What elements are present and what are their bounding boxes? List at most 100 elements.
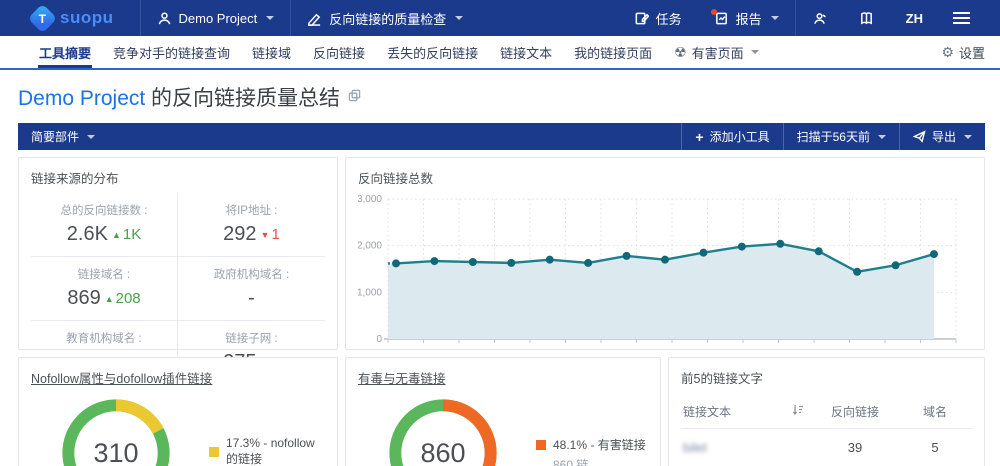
tasks-label: 任务 [655,11,682,27]
clipboard-icon [634,11,650,26]
donut-center-value: 860 [420,437,466,466]
tool-menu[interactable]: 反向链接的质量检查 [291,0,479,36]
stat-delta: 208 [115,290,141,307]
chevron-down-icon [750,50,759,54]
donut-legend: 17.3% - nofollow的链接 310 链 82.7% - dofoll… [209,436,325,466]
tab-tool-summary[interactable]: 工具摘要 [28,36,102,68]
title-suffix: 的反向链接质量总结 [145,87,341,110]
card-title: 链接来源的分布 [31,172,119,186]
top-navbar: T suopu Demo Project 反向链接的质量检查 任务 报告 ZH [0,0,1000,36]
top-anchors-card: 前5的链接文字 链接文本 反向链接 域名 bilet 39 5 [668,357,985,466]
domains-count: 5 [931,440,939,455]
card-title: 前5的链接文字 [681,372,763,386]
help-button[interactable] [843,0,890,36]
anchor-text-link[interactable]: bilet [683,440,707,455]
stat-value: - [248,287,255,309]
page-title: Demo Project 的反向链接质量总结 [18,82,340,112]
legend-swatch [209,446,219,457]
summary-widgets-label: 简要部件 [31,130,80,144]
sort-icon[interactable] [792,404,804,419]
project-menu[interactable]: Demo Project [141,0,292,36]
project-menu-label: Demo Project [178,10,258,26]
tab-label: 链接域 [252,45,292,61]
stats-grid: 总的反向链接数 : 2.6K 1K 将IP地址 : 292 1 链接域名 : 869… [31,193,325,384]
chevron-down-icon [877,134,886,139]
stat-gov-domains: 政府机构域名 : - [178,256,325,320]
tool-menu-label: 反向链接的质量检查 [329,11,447,27]
tasks-button[interactable]: 任务 [618,0,698,36]
link-source-distribution-card: 链接来源的分布 总的反向链接数 : 2.6K 1K 将IP地址 : 292 1 链接… [18,157,338,384]
tab-toxic-pages[interactable]: ☢ 有害页面 [663,36,770,68]
stat-delta: 1 [271,226,280,243]
stat-label: 总的反向链接数 : [60,205,148,217]
card-title: 反向链接总数 [358,172,434,186]
tab-my-link-pages[interactable]: 我的链接页面 [563,36,663,68]
toxic-donut-chart: 860 [388,398,498,466]
page-header: Demo Project 的反向链接质量总结 [0,70,1000,123]
backlinks-count: 39 [847,440,863,455]
anchors-table: 链接文本 反向链接 域名 bilet 39 5 www.emailbay.com… [681,397,972,466]
nofollow-dofollow-card: Nofollow属性与dofollow插件链接 310 17.3% - nofo… [18,357,338,466]
toxic-nontoxic-card: 有毒与无毒链接 860 48.1% - 有害链接 860 链 51.9% - [345,357,661,466]
support-agent-icon [812,11,827,26]
language-switch[interactable]: ZH [890,0,939,36]
tab-anchor-text[interactable]: 链接文本 [489,36,563,68]
tab-link-domains[interactable]: 链接域 [241,36,302,68]
col-backlinks: 反向链接 [830,405,879,419]
col-domains: 域名 [922,405,947,419]
nofollow-donut-chart: 310 [61,398,171,466]
section-tabs: 工具摘要 竞争对手的链接查询 链接域 反向链接 丢失的反向链接 链接文本 我的链… [0,36,1000,70]
stat-total-backlinks: 总的反向链接数 : 2.6K 1K [31,193,178,256]
settings-button[interactable]: ⚙ 设置 [941,36,985,68]
tab-backlinks[interactable]: 反向链接 [302,36,376,68]
pen-check-icon [307,11,322,26]
brand-icon: T [27,3,58,33]
card-title-link[interactable]: Nofollow属性与dofollow插件链接 [31,372,212,386]
scan-dropdown[interactable]: 扫描于56天前 [782,123,899,150]
donut-center-value: 310 [93,437,139,466]
widget-toolbar: 简要部件 添加小工具 扫描于56天前 导出 [18,123,985,150]
table-row[interactable]: bilet 39 5 [681,429,972,466]
notification-dot [710,8,717,15]
tab-lost-backlinks[interactable]: 丢失的反向链接 [376,36,489,68]
export-dropdown[interactable]: 导出 [898,123,985,150]
tab-label: 工具摘要 [39,45,92,61]
stat-label: 教育机构域名 : [66,333,142,345]
stat-label: 政府机构域名 : [213,269,290,281]
copy-icon[interactable] [348,89,361,107]
tab-label: 反向链接 [313,45,366,61]
stat-value: 869 [67,287,101,309]
gear-icon: ⚙ [941,43,954,60]
scan-label: 扫描于56天前 [796,130,870,144]
tab-label: 链接文本 [500,45,553,61]
brand-logo[interactable]: T suopu [0,0,141,36]
backlinks-line-chart: 3,000 2,000 1,000 0 [357,194,957,345]
legend-item: 17.3% - nofollow的链接 310 链 [209,436,325,466]
hamburger-menu[interactable] [939,0,1000,36]
legend-label: 17.3% - nofollow的链接 [226,436,315,466]
paper-plane-icon [912,130,926,143]
svg-text:1,000: 1,000 [358,287,382,298]
summary-widgets-dropdown[interactable]: 简要部件 [18,123,108,150]
add-widget-label: 添加小工具 [709,130,770,144]
add-widget-button[interactable]: 添加小工具 [681,123,782,150]
tab-competitor-link-lookup[interactable]: 竞争对手的链接查询 [102,36,241,68]
col-anchor-text: 链接文本 [683,405,732,419]
widgets-row-2: Nofollow属性与dofollow插件链接 310 17.3% - nofo… [18,357,985,466]
legend-label: 48.1% - 有害链接 [553,438,646,452]
reports-menu[interactable]: 报告 [698,0,796,36]
plus-icon [695,129,703,145]
card-title-link[interactable]: 有毒与无毒链接 [358,372,446,386]
stat-delta: 1K [122,226,142,243]
report-icon [710,8,729,26]
chevron-down-icon [455,16,464,20]
legend-swatch [536,439,546,450]
table-header: 链接文本 反向链接 域名 [681,397,972,429]
chevron-down-icon [87,134,96,139]
language-label: ZH [905,10,923,26]
stat-label: 将IP地址 : [225,205,278,217]
svg-text:3,000: 3,000 [358,194,382,205]
tab-label: 竞争对手的链接查询 [113,45,231,61]
support-button[interactable] [796,0,843,36]
brand-wordmark: suopu [60,8,114,27]
